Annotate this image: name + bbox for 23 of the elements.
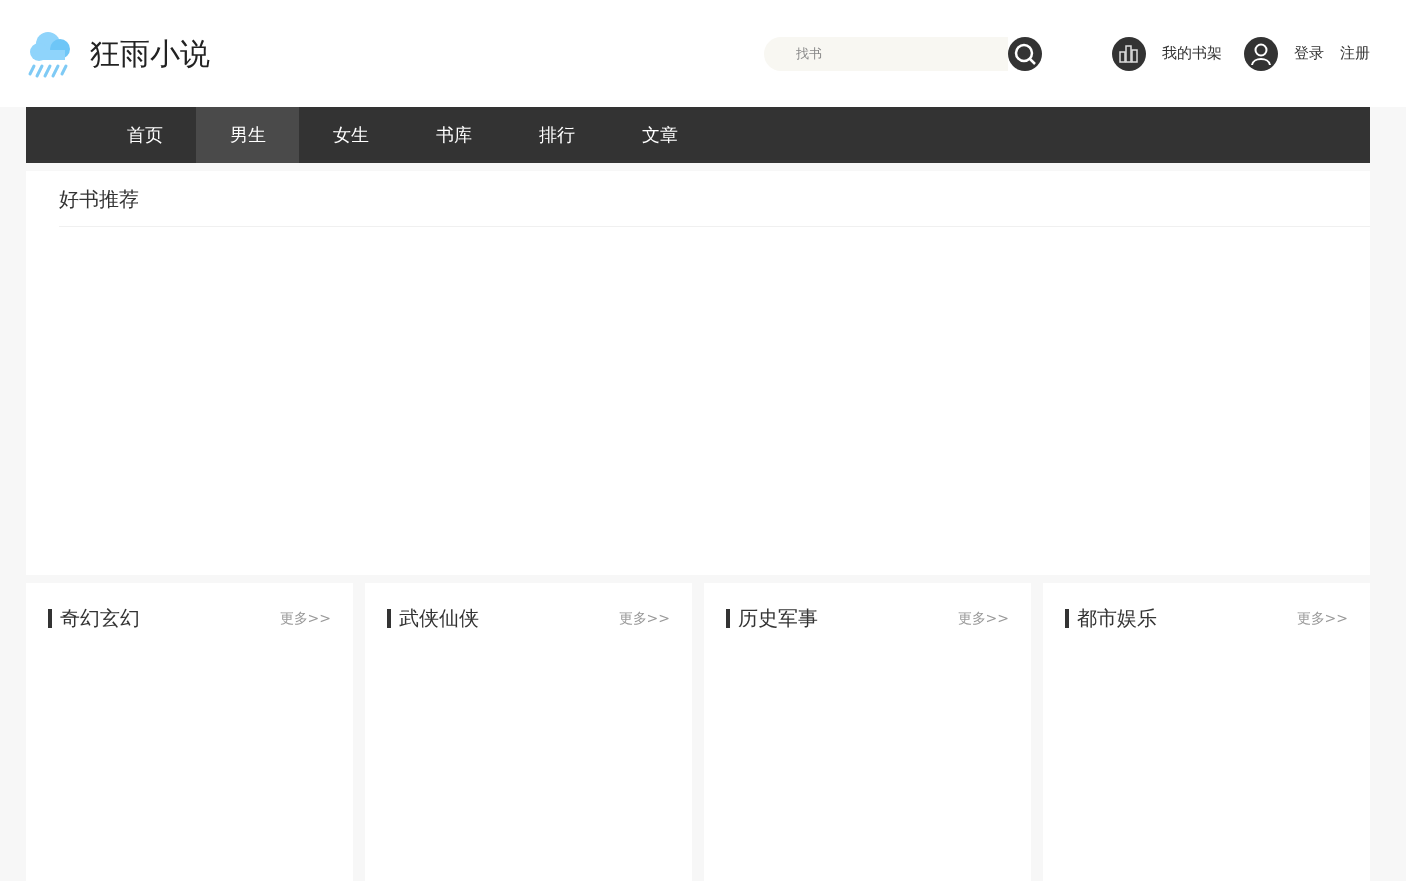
register-link[interactable]: 注册 <box>1340 42 1370 65</box>
user-icon[interactable] <box>1244 36 1278 71</box>
bookshelf-link[interactable]: 我的书架 <box>1162 42 1222 65</box>
nav-tab[interactable]: 书库 <box>402 107 505 163</box>
nav-tab[interactable]: 文章 <box>608 107 711 163</box>
bookshelf-icon[interactable] <box>1112 36 1146 71</box>
nav-tab[interactable]: 排行 <box>505 107 608 163</box>
site-logo-text[interactable]: 狂雨小说 <box>90 31 210 76</box>
nav-tab[interactable]: 男生 <box>196 107 299 163</box>
section-title: 好书推荐 <box>59 185 139 213</box>
category-title: 历史军事 <box>738 605 818 632</box>
category-title: 奇幻玄幻 <box>60 605 140 632</box>
title-marker-icon <box>726 608 730 628</box>
search-icon[interactable] <box>1008 36 1042 71</box>
category-title: 都市娱乐 <box>1077 605 1157 632</box>
title-marker-icon <box>1065 608 1069 628</box>
title-marker-icon <box>387 608 391 628</box>
title-marker-icon <box>48 608 52 628</box>
nav-tab[interactable]: 首页 <box>93 107 196 163</box>
category-title: 武侠仙侠 <box>399 605 479 632</box>
search-field[interactable]: 找书 <box>764 36 1008 71</box>
nav-tab[interactable]: 女生 <box>299 107 402 163</box>
login-link[interactable]: 登录 <box>1294 42 1324 65</box>
